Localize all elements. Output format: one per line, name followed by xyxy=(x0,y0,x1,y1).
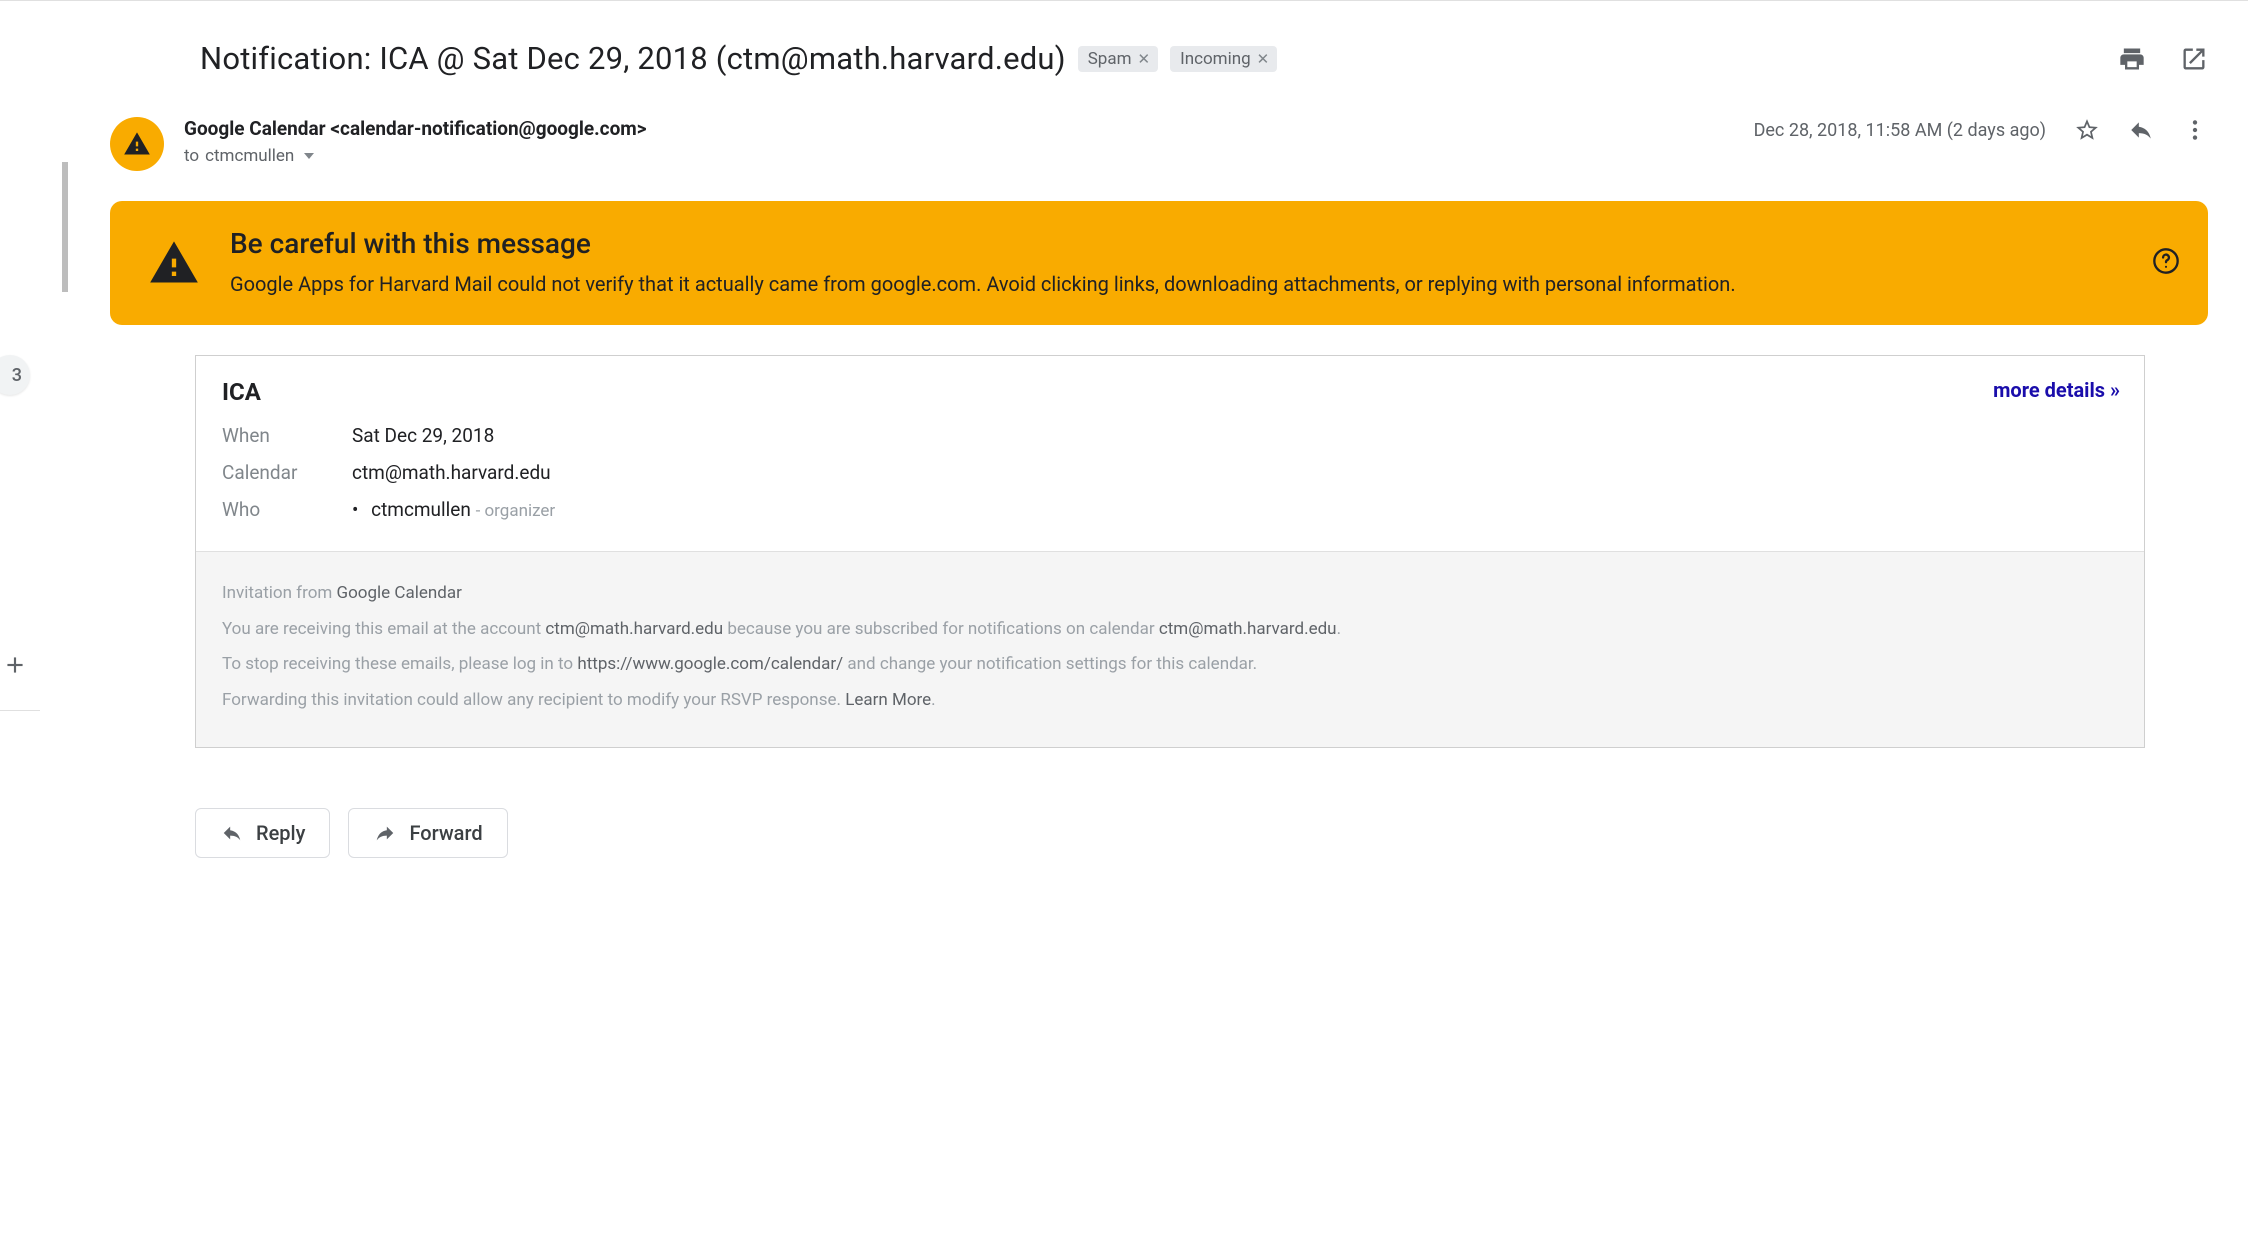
recipient-name: ctmcmullen xyxy=(205,146,294,166)
warning-body: Be careful with this message Google Apps… xyxy=(230,227,2132,299)
chevron-down-icon[interactable] xyxy=(304,153,314,159)
message-selection-bar[interactable] xyxy=(62,162,68,292)
open-new-window-button[interactable] xyxy=(2180,45,2208,73)
recipient-line[interactable]: to ctmcmullen xyxy=(184,146,647,166)
add-button[interactable] xyxy=(0,650,30,680)
reply-label: Reply xyxy=(256,821,305,845)
calendar-event-card: ICA more details » When Sat Dec 29, 2018… xyxy=(195,355,2145,748)
to-prefix: to xyxy=(184,146,199,166)
calendar-url-link[interactable]: https://www.google.com/calendar/ xyxy=(577,654,843,674)
sender-info: Google Calendar <calendar-notification@g… xyxy=(184,117,647,166)
remove-label-icon[interactable]: ✕ xyxy=(1257,50,1270,68)
warning-help-button[interactable] xyxy=(2152,247,2180,279)
more-vert-icon xyxy=(2182,117,2208,143)
reply-action-button[interactable]: Reply xyxy=(195,808,330,858)
who-name: ctmcmullen xyxy=(371,498,471,521)
calendar-label: Calendar xyxy=(222,461,352,484)
learn-more-link[interactable]: Learn More xyxy=(845,690,931,710)
star-outline-icon xyxy=(2074,117,2100,143)
detail-row-who: Who ctmcmullen - organizer xyxy=(222,498,2118,521)
when-label: When xyxy=(222,424,352,447)
forward-arrow-icon xyxy=(373,822,397,844)
unread-count-badge[interactable]: 3 xyxy=(0,355,30,395)
label-chip-spam[interactable]: Spam ✕ xyxy=(1078,46,1158,72)
forward-action-button[interactable]: Forward xyxy=(348,808,507,858)
label-text: Incoming xyxy=(1180,49,1251,69)
message-meta: Dec 28, 2018, 11:58 AM (2 days ago) xyxy=(1754,117,2208,143)
warning-title: Be careful with this message xyxy=(230,227,2132,260)
email-subject: Notification: ICA @ Sat Dec 29, 2018 (ct… xyxy=(200,40,1066,77)
print-button[interactable] xyxy=(2118,45,2146,73)
message-actions: Reply Forward xyxy=(195,808,2208,858)
sender-line: Google Calendar <calendar-notification@g… xyxy=(184,117,647,140)
more-button[interactable] xyxy=(2182,117,2208,143)
warning-triangle-icon xyxy=(148,237,200,289)
event-footer: Invitation from Google Calendar You are … xyxy=(196,551,2144,747)
footer-line-2: You are receiving this email at the acco… xyxy=(222,612,2118,648)
who-role: - organizer xyxy=(476,501,556,521)
email-content: Notification: ICA @ Sat Dec 29, 2018 (ct… xyxy=(100,20,2248,858)
plus-icon xyxy=(2,652,28,678)
spam-warning-banner: Be careful with this message Google Apps… xyxy=(110,201,2208,325)
top-divider xyxy=(0,0,2248,1)
detail-row-when: When Sat Dec 29, 2018 xyxy=(222,424,2118,447)
more-details-link[interactable]: more details » xyxy=(1993,378,2120,402)
left-divider xyxy=(0,710,40,711)
reply-arrow-icon xyxy=(2128,117,2154,143)
print-icon xyxy=(2118,45,2146,73)
warning-icon-container xyxy=(148,237,200,293)
open-new-icon xyxy=(2180,45,2208,73)
who-label: Who xyxy=(222,498,352,521)
reply-button[interactable] xyxy=(2128,117,2154,143)
account-email: ctm@math.harvard.edu xyxy=(545,619,723,639)
star-button[interactable] xyxy=(2074,117,2100,143)
google-calendar-link[interactable]: Google Calendar xyxy=(337,583,462,603)
header-actions xyxy=(2118,45,2208,73)
remove-label-icon[interactable]: ✕ xyxy=(1138,50,1151,68)
footer-line-3: To stop receiving these emails, please l… xyxy=(222,647,2118,683)
calendar-email: ctm@math.harvard.edu xyxy=(1159,619,1337,639)
message-date: Dec 28, 2018, 11:58 AM (2 days ago) xyxy=(1754,120,2046,141)
sender-name: Google Calendar xyxy=(184,117,326,140)
sender-row: Google Calendar <calendar-notification@g… xyxy=(100,87,2208,179)
reply-arrow-icon xyxy=(220,822,244,844)
label-chip-incoming[interactable]: Incoming ✕ xyxy=(1170,46,1277,72)
footer-line-1: Invitation from Google Calendar xyxy=(222,576,2118,612)
calendar-value: ctm@math.harvard.edu xyxy=(352,461,551,484)
footer-line-4: Forwarding this invitation could allow a… xyxy=(222,683,2118,719)
subject-row: Notification: ICA @ Sat Dec 29, 2018 (ct… xyxy=(100,20,2208,87)
detail-row-calendar: Calendar ctm@math.harvard.edu xyxy=(222,461,2118,484)
when-value: Sat Dec 29, 2018 xyxy=(352,424,494,447)
warning-text: Google Apps for Harvard Mail could not v… xyxy=(230,270,2132,299)
avatar[interactable] xyxy=(110,117,164,171)
who-value: ctmcmullen - organizer xyxy=(352,498,555,521)
forward-label: Forward xyxy=(409,821,482,845)
event-title: ICA xyxy=(222,378,2118,406)
help-circle-icon xyxy=(2152,247,2180,275)
sender-email: <calendar-notification@google.com> xyxy=(330,117,646,140)
label-text: Spam xyxy=(1088,49,1132,69)
event-details: ICA more details » When Sat Dec 29, 2018… xyxy=(196,356,2144,551)
warning-triangle-icon xyxy=(123,130,151,158)
unread-count-text: 3 xyxy=(12,365,22,386)
